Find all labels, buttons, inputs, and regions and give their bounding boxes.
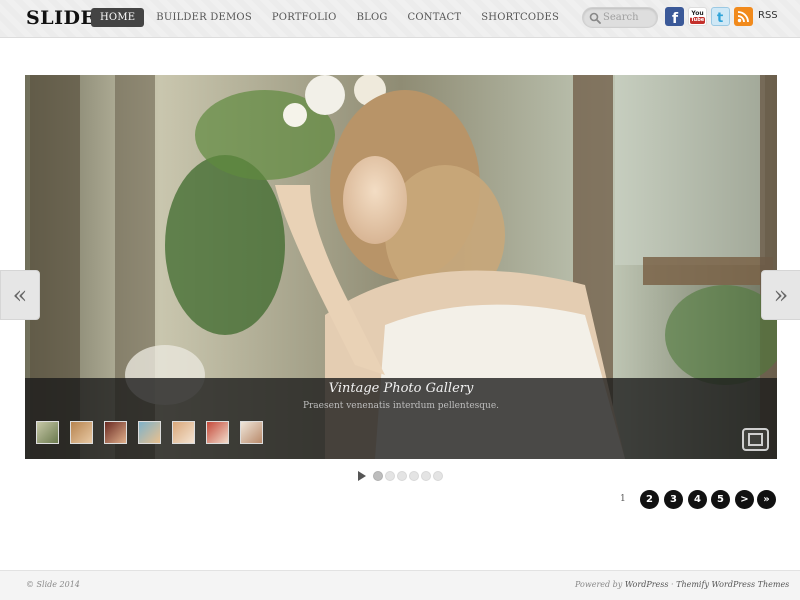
youtube-wordmark-top: You [691,10,704,17]
pagination-current: 1 [620,494,626,504]
rss-link[interactable]: RSS [758,10,778,21]
pagination-last-button[interactable]: » [757,490,776,509]
footer-separator: · [668,580,677,589]
thumbnail[interactable] [172,421,195,444]
svg-text:t: t [717,11,723,24]
thumbnail[interactable] [240,421,263,444]
pagination-page-3[interactable]: 3 [664,490,683,509]
search-input[interactable] [603,10,655,25]
nav-item-blog[interactable]: BLOG [349,8,396,27]
twitter-icon[interactable]: t [711,7,730,26]
footer-themify-link[interactable]: Themify WordPress Themes [676,580,789,589]
slider-dot[interactable] [433,471,443,481]
fullscreen-icon-frame [748,433,763,446]
youtube-wordmark-bottom: Tube [689,17,706,24]
nav-item-portfolio[interactable]: PORTFOLIO [264,8,345,27]
nav-item-builder-demos[interactable]: BUILDER DEMOS [148,8,260,27]
pagination-page-2[interactable]: 2 [640,490,659,509]
slide-subtitle: Praesent venenatis interdum pellentesque… [302,401,500,411]
search-icon[interactable] [589,12,601,24]
search-box [582,7,658,28]
slider-dot[interactable] [397,471,407,481]
slider-dot[interactable] [385,471,395,481]
main-nav: HOME BUILDER DEMOS PORTFOLIO BLOG CONTAC… [91,8,571,27]
slider-dots [373,471,445,481]
thumbnail[interactable] [104,421,127,444]
slider-dot[interactable] [373,471,383,481]
thumbnail[interactable] [138,421,161,444]
thumbnail[interactable] [36,421,59,444]
nav-item-home[interactable]: HOME [91,8,145,27]
svg-text:f: f [672,11,679,24]
slide-title[interactable]: Vintage Photo Gallery [25,381,777,396]
slider-prev-button[interactable]: « [0,270,40,320]
thumbnail-strip [36,421,274,444]
fullscreen-icon[interactable] [742,428,769,451]
rss-icon[interactable] [734,7,753,26]
pagination-next-button[interactable]: > [735,490,754,509]
footer-wordpress-link[interactable]: WordPress [625,580,669,589]
pagination-page-5[interactable]: 5 [711,490,730,509]
nav-item-shortcodes[interactable]: SHORTCODES [473,8,567,27]
site-logo[interactable]: SLIDE [26,7,95,29]
thumbnail[interactable] [70,421,93,444]
slider-next-button[interactable]: » [761,270,800,320]
youtube-icon[interactable]: You Tube [688,7,707,26]
pagination-page-4[interactable]: 4 [688,490,707,509]
footer-copyright: © Slide 2014 [26,580,80,589]
nav-item-contact[interactable]: CONTACT [400,8,470,27]
facebook-icon[interactable]: f [665,7,684,26]
footer-powered-prefix: Powered by [575,580,625,589]
footer-credits: Powered by WordPress · Themify WordPress… [575,580,789,589]
slider-dot[interactable] [421,471,431,481]
play-icon[interactable] [358,471,366,481]
featured-slider: Vintage Photo Gallery Praesent venenatis… [25,75,777,459]
slider-dot[interactable] [409,471,419,481]
thumbnail[interactable] [206,421,229,444]
